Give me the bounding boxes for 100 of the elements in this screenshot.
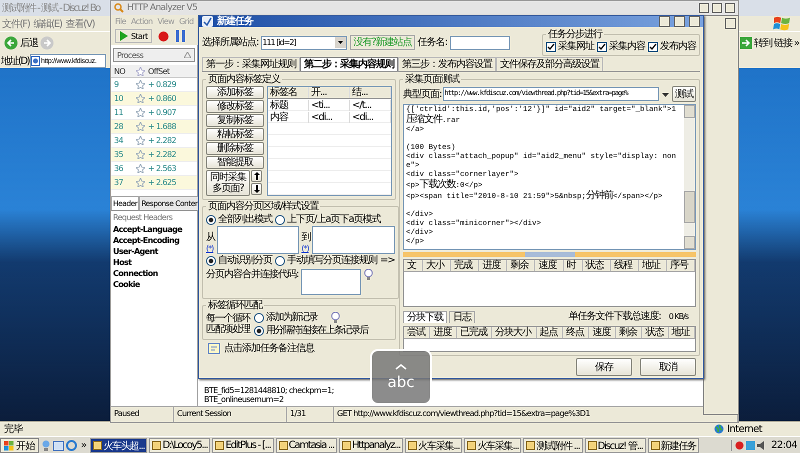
checkbox-option[interactable]: 采集内容 xyxy=(597,41,645,52)
column-header[interactable]: 大小 xyxy=(423,260,452,271)
column-header[interactable]: 速度 xyxy=(589,327,616,338)
radio-option[interactable]: 添加为新记录 xyxy=(254,312,317,323)
column-header[interactable]: 终点 xyxy=(563,327,590,338)
add-note-link[interactable]: 点击添加任务备注信息 xyxy=(224,343,314,354)
session-row[interactable]: 36 + 2.563 xyxy=(111,162,197,176)
checkbox[interactable] xyxy=(546,42,556,52)
taskbar-button[interactable]: 火车采集... xyxy=(405,438,462,453)
radio-button[interactable] xyxy=(254,326,264,336)
tag-action-button[interactable]: 删除标签 xyxy=(206,142,264,155)
radio-button[interactable] xyxy=(254,312,264,322)
multi-page-button[interactable]: 同时采集多页面? xyxy=(206,170,250,196)
column-header[interactable]: 起点 xyxy=(536,327,564,338)
taskbar-button[interactable]: 火车采集... xyxy=(464,438,522,453)
taskbar-button[interactable]: Discuz! 管... xyxy=(584,438,646,453)
tab[interactable]: 第二步：采集内容规则 xyxy=(300,57,398,71)
start-button[interactable]: Start xyxy=(115,29,152,43)
menu-item[interactable]: 文件(F) xyxy=(2,16,30,30)
move-up-button[interactable] xyxy=(251,170,262,182)
column-header[interactable]: 分块大小 xyxy=(492,327,537,338)
column-header[interactable]: 开... xyxy=(309,87,350,98)
session-row[interactable]: 28 + 1.688 xyxy=(111,120,197,134)
column-header[interactable]: 结... xyxy=(350,87,391,98)
column-header[interactable]: 序号 xyxy=(666,260,696,271)
close-button[interactable] xyxy=(725,18,736,29)
tab[interactable]: 第一步：采集网址规则 xyxy=(202,57,300,71)
menu-item[interactable]: 查看(V) xyxy=(66,16,94,30)
column-header[interactable]: 状态 xyxy=(582,260,611,271)
pause-icon[interactable] xyxy=(174,30,186,42)
record-icon[interactable] xyxy=(158,30,169,42)
tag-action-button[interactable]: 添加标签 xyxy=(206,86,264,99)
column-header[interactable]: 地址 xyxy=(668,327,696,338)
column-header[interactable]: 已完成 xyxy=(456,327,492,338)
start-button[interactable]: 开始 xyxy=(0,438,39,453)
process-filter[interactable]: Process xyxy=(113,48,195,62)
session-row[interactable]: 11 + 0.907 xyxy=(111,106,197,120)
dialog-button[interactable]: 保存 xyxy=(576,358,632,376)
tab[interactable]: 日志 xyxy=(449,310,475,322)
back-button[interactable]: 后退 xyxy=(4,36,38,50)
list-row[interactable]: 内容 <di... <di... xyxy=(268,111,391,123)
column-header[interactable]: NO xyxy=(111,66,136,76)
splitter-handle[interactable] xyxy=(524,252,574,257)
window-icon[interactable] xyxy=(52,440,64,450)
radio-option[interactable]: 自动识别分页 xyxy=(206,255,272,266)
column-header[interactable]: 状态 xyxy=(642,327,669,338)
tab[interactable]: 分块下载 xyxy=(403,310,447,322)
list-row[interactable]: 标题 <ti... </t... xyxy=(268,99,391,111)
column-header[interactable]: 进度 xyxy=(479,260,508,271)
speaker-icon[interactable] xyxy=(757,441,766,450)
taskbar-button[interactable]: D:\Locoy5... xyxy=(149,438,210,453)
radio-button[interactable] xyxy=(206,256,216,266)
dialog-button[interactable]: 取消 xyxy=(640,358,696,376)
more-chevron[interactable]: » xyxy=(78,440,88,451)
column-header[interactable]: 地址 xyxy=(638,260,667,271)
scrollbar[interactable] xyxy=(684,105,695,249)
checkbox[interactable] xyxy=(648,42,658,52)
taskbar-button[interactable]: 新建任务 xyxy=(648,438,699,453)
tag-action-button[interactable]: 复制标签 xyxy=(206,114,264,127)
column-header[interactable]: 标签名 xyxy=(268,87,309,98)
radio-option[interactable]: 手动填写分页连接规则 xyxy=(275,255,377,266)
session-row[interactable]: 35 + 2.282 xyxy=(111,148,197,162)
text-area[interactable] xyxy=(312,226,395,254)
text-area[interactable] xyxy=(301,269,362,295)
checkbox-option[interactable]: 采集网址 xyxy=(546,41,594,52)
column-header[interactable]: 速度 xyxy=(535,260,564,271)
column-header[interactable]: 时 xyxy=(564,260,583,271)
radio-button[interactable] xyxy=(206,214,216,224)
test-button[interactable]: 测试 xyxy=(672,86,696,102)
column-header[interactable]: OffSet xyxy=(148,66,197,76)
column-header[interactable]: 文 xyxy=(404,260,424,271)
maximize-button[interactable] xyxy=(712,3,722,13)
column-header[interactable]: 尝试 xyxy=(404,327,430,338)
maximize-button[interactable] xyxy=(674,16,685,27)
checkbox[interactable] xyxy=(597,42,607,52)
radio-button[interactable] xyxy=(275,256,285,266)
marker-link[interactable]: (*) xyxy=(206,243,215,254)
taskbar-button[interactable]: Camtasia ... xyxy=(276,438,337,453)
session-row[interactable]: 34 + 2.282 xyxy=(111,134,197,148)
menu-item[interactable]: 编辑(E) xyxy=(34,16,62,30)
close-button[interactable] xyxy=(725,3,735,13)
session-row[interactable]: 9 + 0.829 xyxy=(111,78,197,92)
column-header[interactable]: 完成 xyxy=(451,260,480,271)
taskbar-button[interactable]: 火车头超... xyxy=(90,438,148,453)
checkbox-option[interactable]: 发布内容 xyxy=(648,41,696,52)
radio-option[interactable]: 全部列出模式 xyxy=(206,214,272,225)
column-header[interactable]: 进度 xyxy=(430,327,457,338)
links-label[interactable]: 链接 xyxy=(774,36,792,50)
taskbar-button[interactable]: 测试附件 ... xyxy=(523,438,583,453)
tab[interactable]: 第三步：发布内容设置 xyxy=(398,57,496,71)
bulb-icon[interactable] xyxy=(40,440,51,451)
column-header[interactable]: 线程 xyxy=(610,260,639,271)
taskbar-button[interactable]: Httpanalyz... xyxy=(338,438,404,453)
session-row[interactable]: 10 + 0.860 xyxy=(111,92,197,106)
close-button[interactable] xyxy=(689,16,700,27)
radio-option[interactable]: 上下页/上a页下a页模式 xyxy=(275,214,381,225)
column-header[interactable]: 剩余 xyxy=(507,260,536,271)
radio-button[interactable] xyxy=(275,214,285,224)
tab[interactable]: 文件保存及部分高级设置 xyxy=(496,57,603,71)
more-chevron[interactable]: » xyxy=(794,38,799,48)
